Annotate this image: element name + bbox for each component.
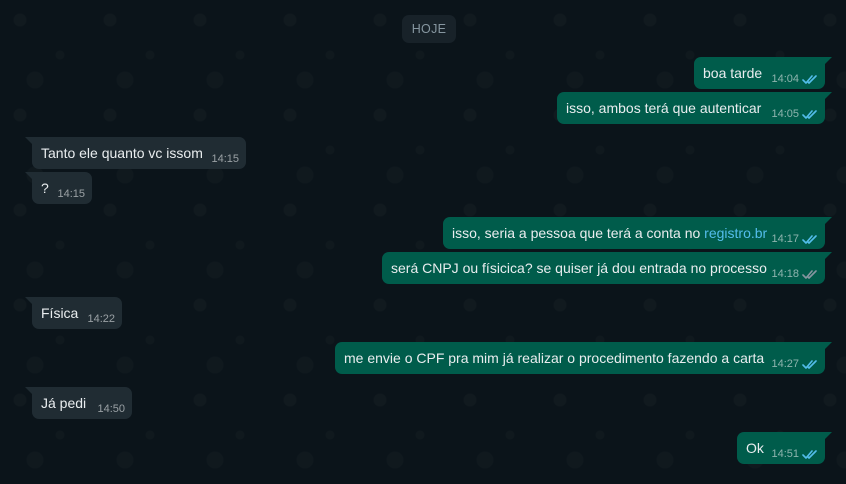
double-check-icon bbox=[802, 269, 817, 279]
message-time: 14:51 bbox=[771, 448, 799, 460]
double-check-icon bbox=[802, 109, 817, 119]
message-meta: 14:27 bbox=[771, 358, 818, 370]
message-text: boa tarde bbox=[703, 65, 763, 81]
message-meta: 14:17 bbox=[771, 233, 818, 245]
message-outgoing[interactable]: me envie o CPF pra mim já realizar o pro… bbox=[335, 342, 832, 374]
chat-conversation[interactable]: HOJE boa tarde 14:04 isso, ambos terá qu… bbox=[0, 0, 846, 484]
message-time: 14:15 bbox=[211, 153, 239, 165]
message-meta: 14:50 bbox=[97, 403, 125, 415]
message-text: será CNPJ ou físicica? se quiser já dou … bbox=[391, 260, 767, 276]
message-text: Ok bbox=[746, 440, 764, 456]
message-meta: 14:15 bbox=[211, 153, 239, 165]
message-time: 14:18 bbox=[771, 268, 799, 280]
message-incoming[interactable]: ? 14:15 bbox=[25, 172, 92, 204]
message-time: 14:17 bbox=[771, 233, 799, 245]
message-text: isso, ambos terá que autenticar bbox=[566, 100, 762, 116]
message-time: 14:50 bbox=[97, 403, 125, 415]
message-incoming[interactable]: Física 14:22 bbox=[25, 297, 122, 329]
message-text: me envie o CPF pra mim já realizar o pro… bbox=[344, 350, 765, 366]
double-check-icon bbox=[802, 359, 817, 369]
message-outgoing[interactable]: Ok 14:51 bbox=[737, 432, 832, 464]
message-incoming[interactable]: Já pedi 14:50 bbox=[25, 387, 132, 419]
message-meta: 14:18 bbox=[771, 268, 818, 280]
message-text: isso, seria a pessoa que terá a conta no… bbox=[452, 225, 767, 242]
message-outgoing[interactable]: será CNPJ ou físicica? se quiser já dou … bbox=[382, 252, 832, 284]
message-time: 14:22 bbox=[87, 313, 115, 325]
message-text: Tanto ele quanto vc issom bbox=[41, 145, 203, 161]
message-meta: 14:15 bbox=[57, 188, 85, 200]
message-incoming[interactable]: Tanto ele quanto vc issom 14:15 bbox=[25, 137, 246, 169]
date-separator: HOJE bbox=[402, 15, 456, 43]
message-meta: 14:22 bbox=[87, 313, 115, 325]
double-check-icon bbox=[802, 74, 817, 84]
message-time: 14:05 bbox=[771, 108, 799, 120]
message-meta: 14:05 bbox=[771, 108, 818, 120]
message-outgoing[interactable]: isso, ambos terá que autenticar 14:05 bbox=[557, 92, 832, 124]
message-text: Física bbox=[41, 305, 79, 321]
message-text: ? bbox=[41, 180, 49, 196]
message-text: Já pedi bbox=[41, 395, 87, 411]
message-time: 14:15 bbox=[57, 188, 85, 200]
message-meta: 14:04 bbox=[771, 73, 818, 85]
message-outgoing[interactable]: boa tarde 14:04 bbox=[694, 57, 832, 89]
double-check-icon bbox=[802, 234, 817, 244]
message-link[interactable]: registro.br bbox=[704, 225, 767, 241]
message-outgoing[interactable]: isso, seria a pessoa que terá a conta no… bbox=[443, 217, 832, 249]
message-meta: 14:51 bbox=[771, 448, 818, 460]
message-time: 14:27 bbox=[771, 358, 799, 370]
message-time: 14:04 bbox=[771, 73, 799, 85]
double-check-icon bbox=[802, 449, 817, 459]
message-text-body: isso, seria a pessoa que terá a conta no bbox=[452, 225, 705, 241]
